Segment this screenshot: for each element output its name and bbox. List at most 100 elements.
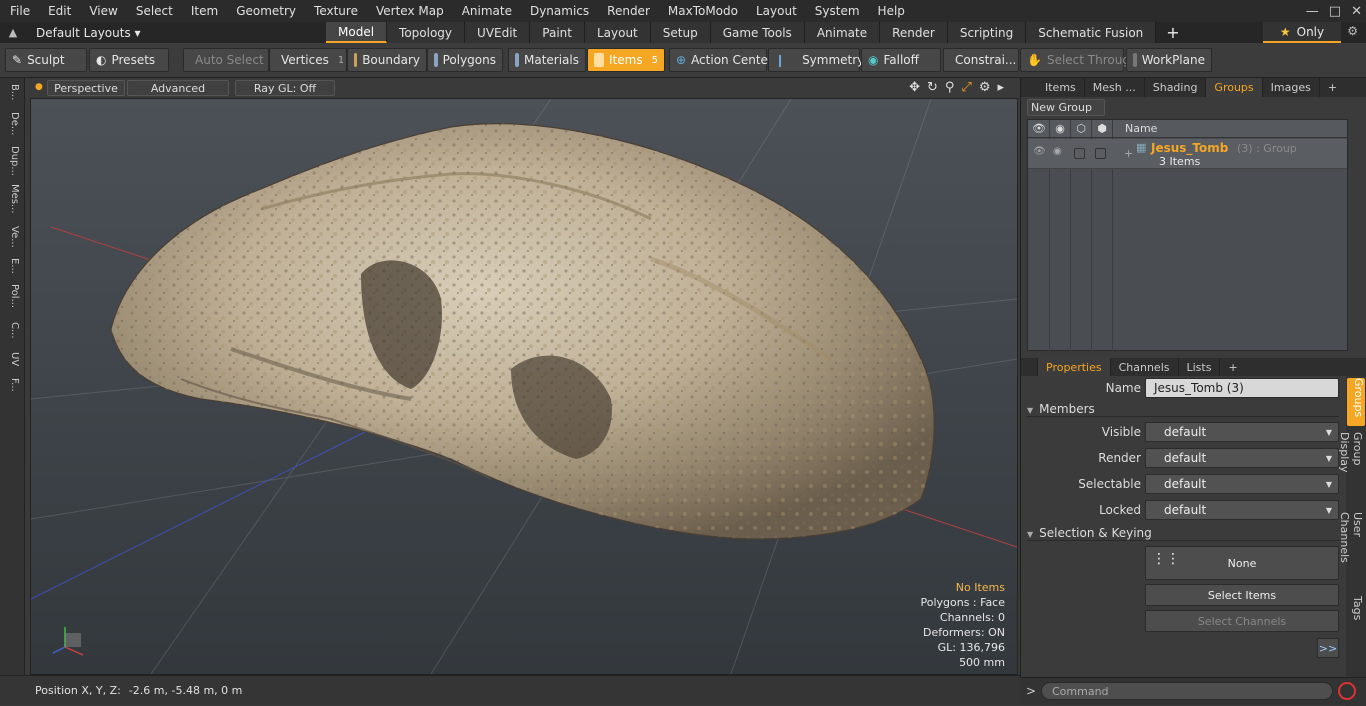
tab-images[interactable]: Images: [1263, 78, 1320, 97]
collapse-icon[interactable]: ▲: [0, 26, 26, 39]
tab-paint[interactable]: Paint: [530, 22, 585, 43]
tab-mesh[interactable]: Mesh ...: [1085, 78, 1145, 97]
record-macro-icon[interactable]: [1338, 682, 1356, 700]
new-group-button[interactable]: New Group: [1027, 99, 1105, 116]
action-center-button[interactable]: ⊕ Action Center: [669, 48, 773, 72]
strip-tab-edge[interactable]: E...: [4, 258, 20, 278]
tab-properties[interactable]: Properties: [1038, 358, 1111, 376]
menu-help[interactable]: Help: [868, 4, 913, 18]
selectable-select[interactable]: default ▼: [1145, 474, 1339, 494]
advanced-button[interactable]: Advanced: [127, 80, 229, 96]
rotate-icon[interactable]: ↻: [927, 80, 938, 95]
properties-grip-icon[interactable]: [1021, 358, 1038, 376]
strip-tab-basic[interactable]: B...: [4, 84, 20, 108]
tab-topology[interactable]: Topology: [387, 22, 466, 43]
layout-selector[interactable]: Default Layouts ▾: [26, 26, 326, 40]
polygons-button[interactable]: Polygons: [427, 48, 503, 72]
strip-tab-polygon[interactable]: Pol...: [4, 284, 20, 314]
falloff-button[interactable]: ◉ Falloff: [861, 48, 941, 72]
zoom-icon[interactable]: ⚲: [945, 80, 955, 95]
menu-item[interactable]: Item: [181, 4, 226, 18]
group-row[interactable]: 👁 ◉ + ▦ Jesus_Tomb (3) : Group 3 Items: [1028, 139, 1347, 169]
materials-button[interactable]: Materials: [508, 48, 586, 72]
items-button[interactable]: Items 5: [587, 48, 665, 72]
tab-groups[interactable]: Groups: [1206, 78, 1263, 97]
vertices-button[interactable]: Vertices 1: [269, 48, 347, 72]
select-channels-button[interactable]: Select Channels: [1145, 610, 1339, 632]
workplane-button[interactable]: WorkPlane: [1126, 48, 1212, 72]
tab-items[interactable]: Items: [1037, 78, 1085, 97]
more-button[interactable]: >>: [1317, 638, 1339, 658]
none-button[interactable]: ⋮⋮ None: [1145, 546, 1339, 580]
vtab-user-channels[interactable]: User Channels: [1338, 512, 1364, 588]
add-tab-icon[interactable]: +: [1156, 22, 1189, 43]
boundary-button[interactable]: Boundary: [347, 48, 427, 72]
row-lock-toggle[interactable]: [1074, 148, 1085, 159]
tab-shading[interactable]: Shading: [1145, 78, 1207, 97]
menu-layout[interactable]: Layout: [746, 4, 805, 18]
menu-select[interactable]: Select: [126, 4, 181, 18]
strip-tab-vertex[interactable]: Ve...: [4, 226, 20, 250]
command-input[interactable]: Command: [1041, 682, 1333, 700]
maximize-icon[interactable]: □: [1329, 4, 1341, 19]
vtab-group-display[interactable]: Group Display: [1338, 432, 1364, 504]
tab-scripting[interactable]: Scripting: [947, 22, 1027, 43]
symmetry-button[interactable]: ❙ Symmetry: [768, 48, 864, 72]
menu-render[interactable]: Render: [597, 4, 658, 18]
row-eye-icon[interactable]: 👁: [1033, 146, 1046, 157]
strip-tab-mesh[interactable]: Mes...: [4, 184, 20, 216]
strip-tab-duplicate[interactable]: Dup...: [4, 146, 20, 176]
tab-animate[interactable]: Animate: [804, 22, 881, 43]
menu-dynamics[interactable]: Dynamics: [520, 4, 597, 18]
vtab-groups[interactable]: Groups: [1347, 378, 1365, 426]
pan-icon[interactable]: ✥: [909, 80, 920, 95]
render-select[interactable]: default ▼: [1145, 448, 1339, 468]
row-select-toggle[interactable]: [1095, 148, 1106, 159]
select-items-button[interactable]: Select Items: [1145, 584, 1339, 606]
menu-edit[interactable]: Edit: [38, 4, 79, 18]
vtab-tags[interactable]: Tags: [1348, 596, 1364, 626]
auto-select-button[interactable]: Auto Select: [183, 48, 269, 72]
only-button[interactable]: ★ Only: [1263, 22, 1341, 43]
menu-texture[interactable]: Texture: [304, 4, 366, 18]
tab-schematic-fusion[interactable]: Schematic Fusion: [1026, 22, 1157, 43]
selection-keying-section[interactable]: ▼ Selection & Keying: [1027, 526, 1339, 541]
strip-tab-uv[interactable]: UV: [4, 352, 20, 372]
members-section[interactable]: ▼ Members: [1027, 402, 1339, 417]
menu-maxtomodo[interactable]: MaxToModo: [658, 4, 746, 18]
menu-file[interactable]: File: [0, 4, 38, 18]
add-properties-tab-icon[interactable]: +: [1220, 358, 1245, 376]
locked-select[interactable]: default ▼: [1145, 500, 1339, 520]
3d-viewport[interactable]: No Items Polygons : Face Channels: 0 Def…: [30, 98, 1018, 675]
tab-setup[interactable]: Setup: [650, 22, 711, 43]
perspective-button[interactable]: Perspective: [47, 80, 125, 96]
menu-animate[interactable]: Animate: [452, 4, 520, 18]
tab-lists[interactable]: Lists: [1179, 358, 1221, 376]
panel-grip-icon[interactable]: [1021, 78, 1037, 97]
fit-icon[interactable]: ⤢: [961, 80, 971, 95]
raygl-button[interactable]: Ray GL: Off: [235, 80, 335, 96]
strip-tab-deform[interactable]: De...: [4, 112, 20, 136]
tab-channels[interactable]: Channels: [1111, 358, 1179, 376]
name-field[interactable]: Jesus_Tomb (3): [1145, 378, 1339, 398]
visible-select[interactable]: default ▼: [1145, 422, 1339, 442]
close-icon[interactable]: ✕: [1351, 4, 1362, 19]
add-panel-tab-icon[interactable]: +: [1320, 78, 1345, 97]
presets-button[interactable]: ◐ Presets: [89, 48, 169, 72]
minimize-icon[interactable]: —: [1306, 4, 1319, 19]
menu-view[interactable]: View: [79, 4, 125, 18]
sculpt-button[interactable]: ✎ Sculpt: [5, 48, 87, 72]
row-render-icon[interactable]: ◉: [1053, 146, 1062, 157]
menu-geometry[interactable]: Geometry: [226, 4, 304, 18]
strip-tab-fusion[interactable]: F...: [4, 378, 20, 402]
constraints-button[interactable]: Constrai...: [943, 48, 1019, 72]
expand-arrow-icon[interactable]: ▸: [997, 80, 1004, 95]
tab-game-tools[interactable]: Game Tools: [710, 22, 805, 43]
menu-vertex-map[interactable]: Vertex Map: [366, 4, 452, 18]
select-through-button[interactable]: ✋ Select Through: [1020, 48, 1138, 72]
tab-uvedit[interactable]: UVEdit: [465, 22, 531, 43]
tab-layout[interactable]: Layout: [584, 22, 651, 43]
tab-render[interactable]: Render: [880, 22, 948, 43]
gear-icon[interactable]: ⚙: [1347, 24, 1358, 38]
menu-system[interactable]: System: [805, 4, 868, 18]
